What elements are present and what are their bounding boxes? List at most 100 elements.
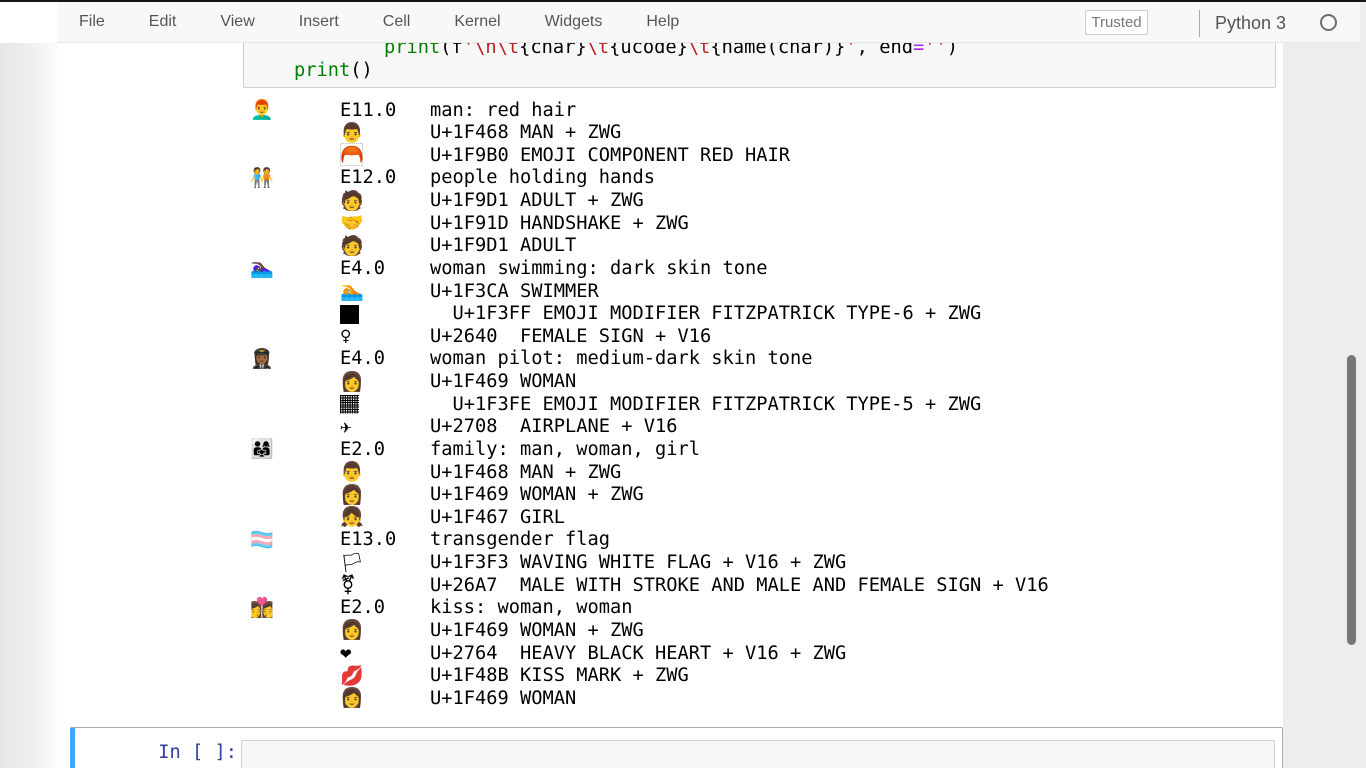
component-codepoint-label: U+1F9D1 ADULT + ZWG: [430, 190, 1270, 213]
component-codepoint-label: U+2640 FEMALE SIGN + V16: [430, 326, 1270, 349]
component-codepoint-label: U+1F468 MAN + ZWG: [430, 462, 1270, 485]
component-codepoint-label: U+1F469 WOMAN + ZWG: [430, 620, 1270, 643]
component-codepoint-label: U+1F469 WOMAN + ZWG: [430, 484, 1270, 507]
code-line: print(): [249, 60, 373, 83]
menu-item-help[interactable]: Help: [624, 13, 701, 31]
component-emoji-icon: 🏾: [340, 393, 359, 415]
emoji-component-row: ♀ U+2640 FEMALE SIGN + V16: [250, 325, 1270, 348]
component-codepoint-label: U+1F9B0 EMOJI COMPONENT RED HAIR: [430, 145, 1270, 168]
component-codepoint-label: U+1F467 GIRL: [430, 507, 1270, 530]
sequence-emoji-icon: 👩‍❤️‍💋‍👩: [250, 597, 274, 619]
component-codepoint-label: U+1F91D HANDSHAKE + ZWG: [430, 213, 1270, 236]
emoji-name-label: man: red hair: [430, 100, 1270, 123]
menubar-left-spacer: [0, 2, 57, 43]
component-emoji-icon: ⚧: [340, 574, 356, 596]
emoji-sequence-row: 👨‍🦰 E11.0man: red hair: [250, 99, 1270, 122]
sequence-emoji-icon: 🏳️‍⚧️: [250, 529, 274, 551]
emoji-sequence-row: 🏊🏿‍♀️ E4.0woman swimming: dark skin tone: [250, 257, 1270, 280]
component-emoji-icon: 🧑: [340, 190, 364, 212]
component-emoji-icon: 👧: [340, 506, 364, 528]
component-codepoint-label: U+1F3FE EMOJI MODIFIER FITZPATRICK TYPE-…: [430, 394, 1270, 417]
component-emoji-icon: ✈: [340, 416, 351, 438]
component-emoji-icon: 🤝: [340, 212, 364, 234]
emoji-component-row: ❤ U+2764 HEAVY BLACK HEART + V16 + ZWG: [250, 642, 1270, 665]
menu-item-kernel[interactable]: Kernel: [432, 13, 522, 31]
component-emoji-icon: ❤: [340, 642, 351, 664]
component-emoji-icon: 💋: [340, 665, 364, 687]
emoji-component-row: 🏿 U+1F3FF EMOJI MODIFIER FITZPATRICK TYP…: [250, 303, 1270, 326]
emoji-component-row: 🦰 U+1F9B0 EMOJI COMPONENT RED HAIR: [250, 144, 1270, 167]
emoji-sequence-row: 🏳️‍⚧️E13.0transgender flag: [250, 529, 1270, 552]
menu-item-widgets[interactable]: Widgets: [523, 13, 625, 31]
emoji-component-row: 🏳 U+1F3F3 WAVING WHITE FLAG + V16 + ZWG: [250, 552, 1270, 575]
component-codepoint-label: U+1F48B KISS MARK + ZWG: [430, 665, 1270, 688]
emoji-version-label: E2.0: [340, 439, 430, 462]
emoji-component-row: 👩 U+1F469 WOMAN: [250, 371, 1270, 394]
emoji-name-label: family: man, woman, girl: [430, 439, 1270, 462]
input-prompt: In [ ]:: [75, 742, 237, 763]
component-codepoint-label: U+2708 AIRPLANE + V16: [430, 416, 1270, 439]
component-emoji-icon: 🏳: [340, 552, 364, 574]
component-codepoint-label: U+1F3FF EMOJI MODIFIER FITZPATRICK TYPE-…: [430, 303, 1270, 326]
component-emoji-icon: 👩: [340, 484, 364, 506]
component-codepoint-label: U+1F468 MAN + ZWG: [430, 122, 1270, 145]
component-codepoint-label: U+26A7 MALE WITH STROKE AND MALE AND FEM…: [430, 575, 1270, 598]
code-cell-input[interactable]: print(f'\n\t{char}\t{ucode}\t{name(char)…: [243, 43, 1276, 88]
component-codepoint-label: U+1F3F3 WAVING WHITE FLAG + V16 + ZWG: [430, 552, 1270, 575]
emoji-component-row: ⚧ U+26A7 MALE WITH STROKE AND MALE AND FE…: [250, 574, 1270, 597]
component-emoji-icon: ♀: [340, 325, 351, 347]
menu-item-edit[interactable]: Edit: [127, 13, 199, 31]
menu-list: FileEditViewInsertCellKernelWidgetsHelp: [57, 2, 1360, 42]
emoji-component-row: ✈ U+2708 AIRPLANE + V16: [250, 416, 1270, 439]
component-emoji-icon: 👩: [340, 371, 364, 393]
emoji-version-label: E12.0: [340, 167, 430, 190]
emoji-name-label: woman pilot: medium-dark skin tone: [430, 348, 1270, 371]
sequence-emoji-icon: 🧑‍🤝‍🧑: [250, 167, 274, 189]
emoji-version-label: E4.0: [340, 258, 430, 281]
emoji-component-row: 🏊U+1F3CA SWIMMER: [250, 280, 1270, 303]
sequence-emoji-icon: 👨‍🦰: [250, 99, 274, 121]
trusted-button[interactable]: Trusted: [1085, 10, 1148, 35]
emoji-name-label: woman swimming: dark skin tone: [430, 258, 1270, 281]
menu-item-file[interactable]: File: [57, 13, 127, 31]
sequence-emoji-icon: 👨‍👩‍👧: [250, 438, 274, 460]
emoji-name-label: transgender flag: [430, 529, 1270, 552]
jupyter-notebook-window: FileEditViewInsertCellKernelWidgetsHelp …: [0, 0, 1366, 768]
page-left-margin: [0, 43, 57, 768]
sequence-emoji-icon: 🏊🏿‍♀️: [250, 257, 274, 279]
emoji-version-label: E11.0: [340, 100, 430, 123]
component-codepoint-label: U+1F469 WOMAN: [430, 371, 1270, 394]
kernel-divider: [1199, 10, 1200, 37]
component-emoji-icon: 🏊: [340, 280, 364, 302]
kernel-idle-icon: [1320, 14, 1337, 31]
component-emoji-icon: 🏿: [340, 303, 359, 325]
sequence-emoji-icon: 👩🏾‍✈️: [250, 348, 274, 370]
component-codepoint-label: U+1F469 WOMAN: [430, 688, 1270, 711]
menubar: FileEditViewInsertCellKernelWidgetsHelp …: [57, 2, 1360, 43]
vertical-scrollbar-thumb[interactable]: [1347, 355, 1356, 645]
component-codepoint-label: U+1F9D1 ADULT: [430, 235, 1270, 258]
emoji-component-row: 🧑 U+1F9D1 ADULT + ZWG: [250, 190, 1270, 213]
menu-item-view[interactable]: View: [198, 13, 276, 31]
component-codepoint-label: U+2764 HEAVY BLACK HEART + V16 + ZWG: [430, 643, 1270, 666]
emoji-component-row: 🧑 U+1F9D1 ADULT: [250, 235, 1270, 258]
selected-empty-cell[interactable]: In [ ]:: [70, 727, 1283, 768]
emoji-sequence-row: 🧑‍🤝‍🧑E12.0people holding hands: [250, 167, 1270, 190]
emoji-version-label: E4.0: [340, 348, 430, 371]
menu-item-cell[interactable]: Cell: [361, 13, 433, 31]
emoji-sequence-row: 👩‍❤️‍💋‍👩E2.0kiss: woman, woman: [250, 597, 1270, 620]
notebook-container: print(f'\n\t{char}\t{ucode}\t{name(char)…: [57, 43, 1283, 768]
emoji-component-row: 👨U+1F468 MAN + ZWG: [250, 461, 1270, 484]
emoji-component-row: 🏾 U+1F3FE EMOJI MODIFIER FITZPATRICK TYP…: [250, 393, 1270, 416]
component-emoji-icon: 🧑: [340, 235, 364, 257]
kernel-name-label: Python 3: [1215, 13, 1286, 34]
code-cell-output: 👨‍🦰E11.0man: red hair👨U+1F468 MAN + ZWG🦰…: [250, 99, 1270, 710]
emoji-component-row: 👩 U+1F469 WOMAN + ZWG: [250, 619, 1270, 642]
menu-item-insert[interactable]: Insert: [277, 13, 361, 31]
component-emoji-icon: 👨: [340, 122, 364, 144]
component-emoji-icon: 🦰: [340, 144, 364, 166]
component-emoji-icon: 👩: [340, 619, 364, 641]
empty-code-input[interactable]: [241, 740, 1275, 768]
emoji-component-row: 👨 U+1F468 MAN + ZWG: [250, 122, 1270, 145]
emoji-sequence-row: 👩🏾‍✈️ E4.0woman pilot: medium-dark skin t…: [250, 348, 1270, 371]
